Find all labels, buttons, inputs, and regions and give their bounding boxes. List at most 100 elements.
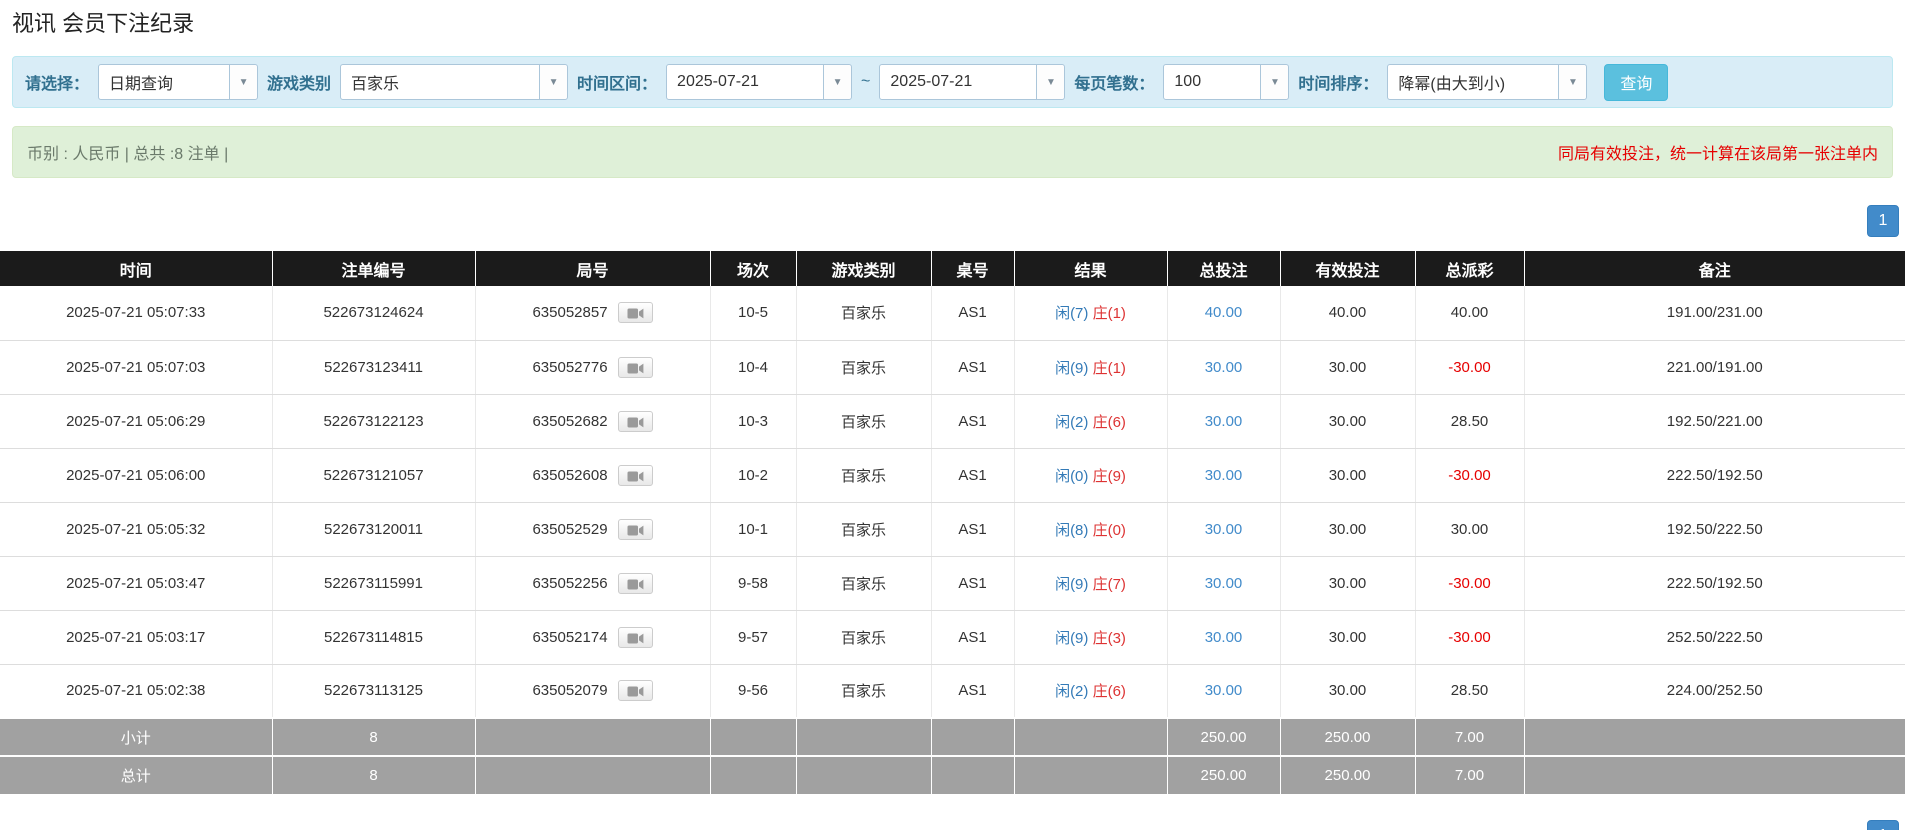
cell-round-id: 635052857 — [476, 302, 710, 324]
date-to-select[interactable]: 2025-07-21 ▼ — [879, 64, 1066, 100]
cell-time: 2025-07-21 05:07:03 — [0, 340, 273, 395]
cell-round-id: 635052682 — [476, 410, 710, 432]
total-bet-link[interactable]: 30.00 — [1205, 359, 1243, 376]
subtotal-count: 8 — [272, 717, 476, 756]
total-total-bet: 250.00 — [1167, 755, 1281, 794]
summary-bar: 币别 : 人民币 | 总共 :8 注单 | 同局有效投注，统一计算在该局第一张注… — [12, 126, 1893, 178]
table-row: 2025-07-21 05:05:32 522673120011 6350525… — [0, 502, 1905, 557]
page-size-select[interactable]: 100 ▼ — [1163, 64, 1290, 100]
subtotal-total-bet: 250.00 — [1167, 717, 1281, 756]
round-number: 635052682 — [532, 412, 608, 430]
date-from-select[interactable]: 2025-07-21 ▼ — [666, 64, 853, 100]
video-camera-icon — [627, 308, 643, 319]
cell-game-type: 百家乐 — [796, 448, 932, 503]
video-replay-button[interactable] — [617, 626, 653, 648]
video-replay-button[interactable] — [617, 572, 653, 594]
total-bet-link[interactable]: 30.00 — [1205, 467, 1243, 484]
cell-bet-id: 522673122123 — [272, 394, 476, 449]
cell-session: 9-56 — [710, 664, 797, 719]
result-banker: 庄(3) — [1092, 629, 1126, 647]
page-title: 视讯 会员下注纪录 — [12, 11, 195, 36]
search-button[interactable]: 查询 — [1604, 63, 1669, 101]
video-camera-icon — [627, 471, 643, 481]
cell-time: 2025-07-21 05:03:17 — [0, 610, 273, 665]
cell-result: 闲(8) 庄(0) — [1014, 502, 1168, 557]
cell-table-no: AS1 — [931, 448, 1015, 503]
round-number: 635052256 — [532, 574, 608, 592]
cell-game-type: 百家乐 — [796, 610, 932, 665]
cell-payout: -30.00 — [1415, 610, 1525, 665]
video-replay-button[interactable] — [617, 302, 653, 324]
video-camera-icon — [627, 686, 643, 697]
total-bet-link[interactable]: 30.00 — [1205, 629, 1243, 646]
total-bet-link[interactable]: 30.00 — [1205, 413, 1243, 430]
cell-time: 2025-07-21 05:06:00 — [0, 448, 273, 503]
cell-session: 10-1 — [710, 502, 797, 557]
result-banker: 庄(1) — [1092, 359, 1126, 377]
video-replay-button[interactable] — [617, 356, 653, 378]
cell-valid-bet: 30.00 — [1280, 610, 1416, 665]
cell-result: 闲(2) 庄(6) — [1014, 664, 1168, 719]
cell-result: 闲(7) 庄(1) — [1014, 286, 1168, 341]
game-type-select-value: 百家乐 — [351, 76, 400, 93]
cell-time: 2025-07-21 05:02:38 — [0, 664, 273, 719]
result-player: 闲(9) — [1055, 629, 1089, 647]
cell-payout: -30.00 — [1415, 448, 1525, 503]
date-type-select-value: 日期查询 — [109, 76, 174, 93]
caret-down-icon: ▼ — [823, 65, 852, 99]
result-player: 闲(9) — [1055, 575, 1089, 593]
cell-round-id: 635052776 — [476, 356, 710, 378]
subtotal-payout: 7.00 — [1415, 717, 1525, 756]
cell-remark: 222.50/192.50 — [1524, 556, 1905, 611]
cell-table-no: AS1 — [931, 286, 1015, 341]
total-bet-link[interactable]: 40.00 — [1205, 304, 1243, 321]
result-player: 闲(2) — [1055, 413, 1089, 431]
cell-table-no: AS1 — [931, 394, 1015, 449]
cell-session: 10-2 — [710, 448, 797, 503]
total-bet-link[interactable]: 30.00 — [1205, 575, 1243, 592]
pagination-bottom: 1 — [6, 820, 1899, 830]
col-header-total-bet: 总投注 — [1167, 251, 1281, 286]
cell-game-type: 百家乐 — [796, 556, 932, 611]
total-row: 总计 8 250.00 250.00 7.00 — [0, 755, 1905, 794]
total-bet-link[interactable]: 30.00 — [1205, 682, 1243, 699]
total-label: 总计 — [0, 755, 273, 794]
video-replay-button[interactable] — [617, 410, 653, 432]
table-body: 2025-07-21 05:07:33 522673124624 6350528… — [0, 286, 1905, 719]
game-type-select[interactable]: 百家乐 ▼ — [340, 64, 569, 100]
video-camera-icon — [627, 579, 643, 589]
sort-order-value: 降幂(由大到小) — [1398, 76, 1506, 93]
result-player: 闲(9) — [1055, 359, 1089, 377]
cell-bet-id: 522673121057 — [272, 448, 476, 503]
cell-remark: 191.00/231.00 — [1524, 286, 1905, 341]
cell-time: 2025-07-21 05:03:47 — [0, 556, 273, 611]
date-type-select[interactable]: 日期查询 ▼ — [98, 64, 259, 100]
summary-notice: 同局有效投注，统一计算在该局第一张注单内 — [1557, 146, 1878, 163]
video-camera-icon — [627, 633, 643, 643]
subtotal-row: 小计 8 250.00 250.00 7.00 — [0, 717, 1905, 756]
cell-result: 闲(2) 庄(6) — [1014, 394, 1168, 449]
cell-valid-bet: 30.00 — [1280, 556, 1416, 611]
cell-table-no: AS1 — [931, 502, 1015, 557]
cell-session: 9-58 — [710, 556, 797, 611]
cell-time: 2025-07-21 05:07:33 — [0, 286, 273, 341]
pagination-page-1-button[interactable]: 1 — [1867, 820, 1899, 830]
cell-result: 闲(9) 庄(7) — [1014, 556, 1168, 611]
video-replay-button[interactable] — [617, 680, 653, 702]
result-banker: 庄(1) — [1092, 305, 1126, 323]
video-camera-icon — [627, 363, 643, 373]
cell-valid-bet: 30.00 — [1280, 394, 1416, 449]
cell-remark: 224.00/252.50 — [1524, 664, 1905, 719]
video-replay-button[interactable] — [617, 518, 653, 540]
time-range-label: 时间区间： — [577, 76, 658, 93]
cell-round-id: 635052256 — [476, 572, 710, 594]
cell-bet-id: 522673115991 — [272, 556, 476, 611]
total-bet-link[interactable]: 30.00 — [1205, 521, 1243, 538]
cell-table-no: AS1 — [931, 610, 1015, 665]
video-replay-button[interactable] — [617, 464, 653, 486]
cell-round-id: 635052608 — [476, 464, 710, 486]
cell-payout: 30.00 — [1415, 502, 1525, 557]
pagination-page-1-button[interactable]: 1 — [1867, 205, 1899, 237]
table-row: 2025-07-21 05:02:38 522673113125 6350520… — [0, 664, 1905, 719]
sort-order-select[interactable]: 降幂(由大到小) ▼ — [1387, 64, 1588, 100]
